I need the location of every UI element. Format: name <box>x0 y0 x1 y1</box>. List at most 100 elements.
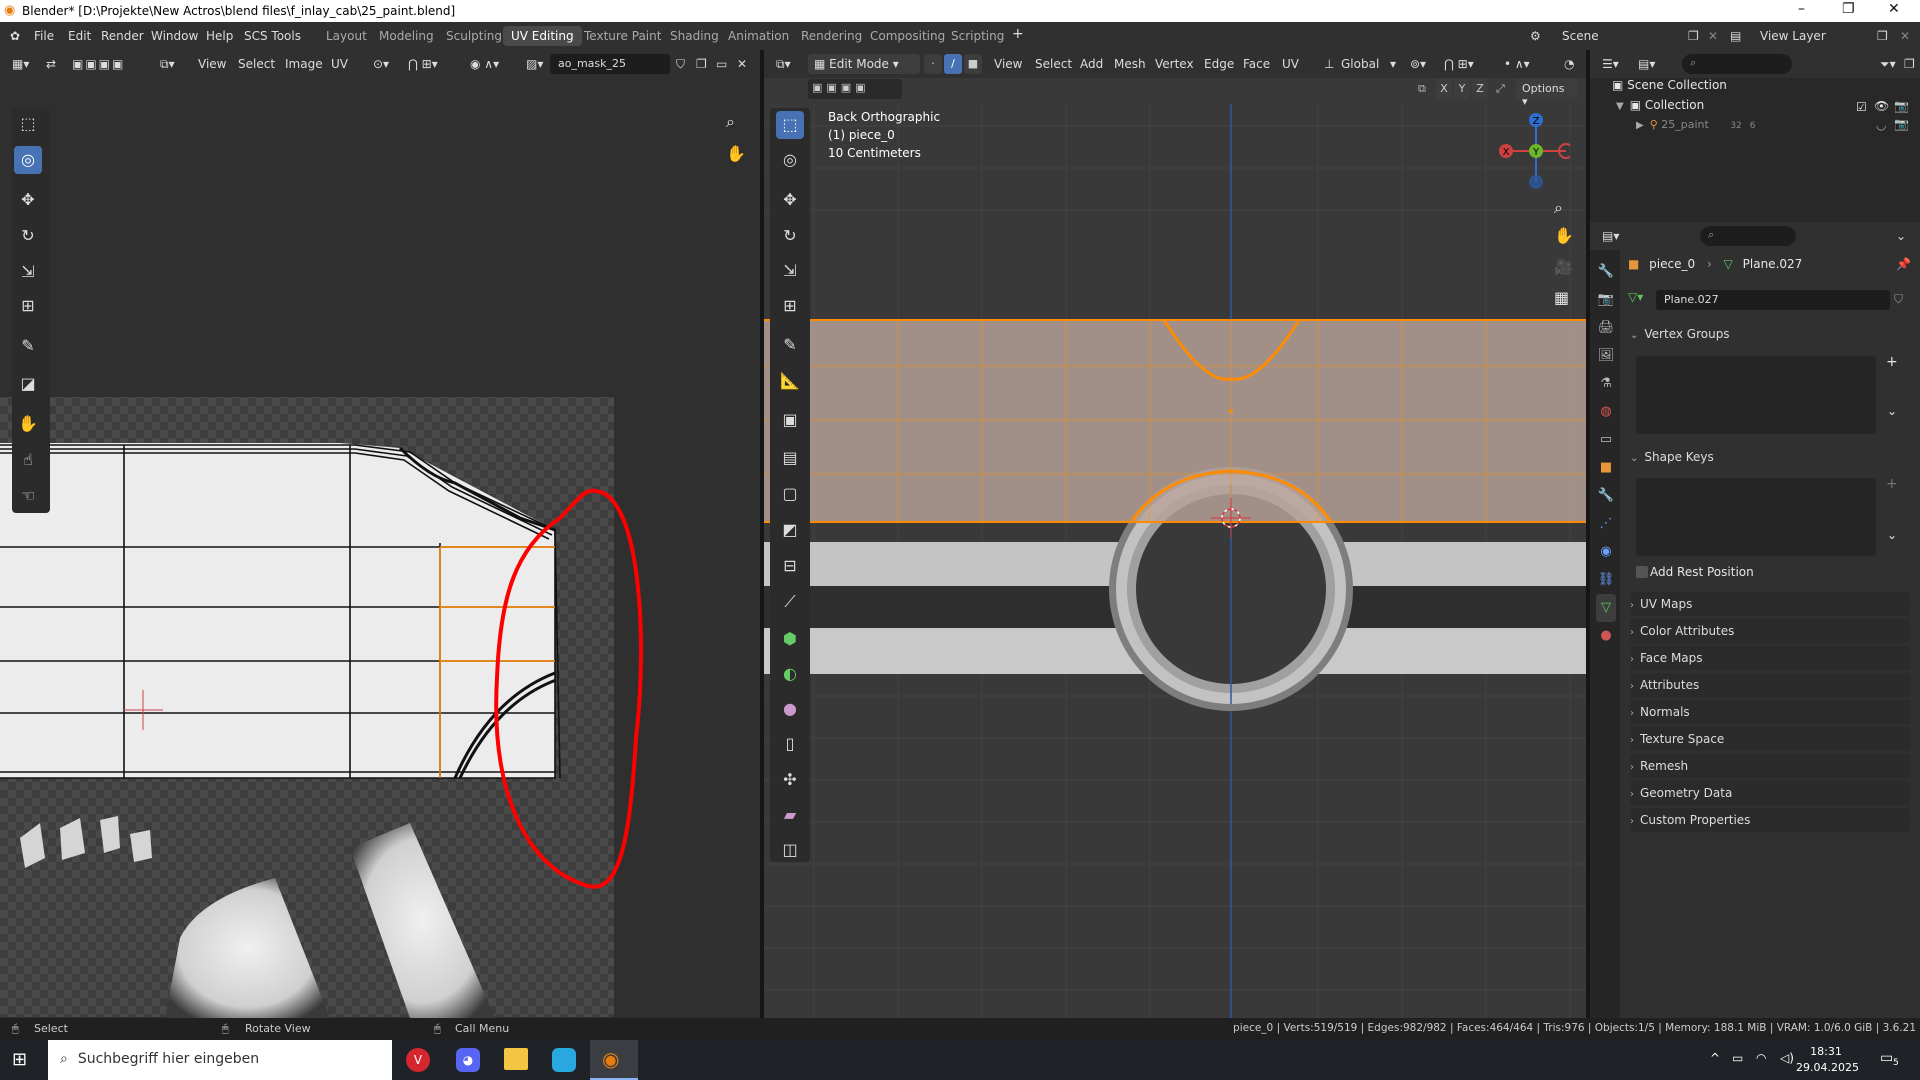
vp-select-box-icon[interactable]: ⬚ <box>776 111 804 139</box>
file-explorer-icon[interactable] <box>504 1048 528 1070</box>
extrude-icon[interactable]: ▤ <box>776 444 804 472</box>
vp-menu-select[interactable]: Select <box>1035 57 1072 71</box>
unlink-image-icon[interactable]: ✕ <box>737 57 747 71</box>
material-tab-icon[interactable]: ● <box>1596 622 1616 650</box>
add-vertex-group-icon[interactable]: + <box>1886 354 1898 370</box>
panel-remesh[interactable]: › Remesh <box>1630 754 1910 778</box>
copy-view-layer-icon[interactable]: ❐ <box>1877 29 1888 43</box>
viewport-visibility-icon[interactable]: ◔ <box>1564 57 1574 71</box>
inset-icon[interactable]: ▢ <box>776 480 804 508</box>
axis-x-toggle[interactable]: X <box>1436 79 1452 99</box>
proportional-icon[interactable]: • ∧▾ <box>1504 57 1530 71</box>
sticky-select-icon[interactable]: ⧉▾ <box>160 57 175 72</box>
viewport-editor-type-icon[interactable]: ⧉▾ <box>776 57 791 72</box>
outliner-scene-collection[interactable]: ▣ Scene Collection <box>1612 78 1727 92</box>
axis-y-toggle[interactable]: Y <box>1454 79 1470 99</box>
perspective-toggle-icon[interactable]: ▦ <box>1554 288 1569 307</box>
scene-tab-icon[interactable]: ⚗ <box>1596 370 1616 398</box>
vp-transform-icon[interactable]: ⊞ <box>776 292 804 320</box>
orientation-icon[interactable]: ⊥ <box>1324 57 1334 71</box>
smooth-icon[interactable]: ● <box>776 695 804 723</box>
vp-measure-icon[interactable]: 📐 <box>776 367 804 395</box>
render-tab-icon[interactable]: 📷 <box>1596 286 1616 314</box>
filter-icon[interactable]: ⏷▾ <box>1880 57 1896 72</box>
pinch-tool-icon[interactable]: ☜ <box>14 482 42 510</box>
select-mode-icons[interactable]: ▣▣▣▣ <box>72 57 125 71</box>
output-tab-icon[interactable]: 🖨 <box>1596 314 1616 342</box>
editor-type-icon[interactable]: ▦▾ <box>12 57 29 71</box>
view-layer-tab-icon[interactable]: 🖼 <box>1596 342 1616 370</box>
menu-help[interactable]: Help <box>206 29 233 43</box>
tab-scripting[interactable]: Scripting <box>943 26 1012 46</box>
vp-menu-uv[interactable]: UV <box>1282 57 1299 71</box>
uv-menu-image[interactable]: Image <box>285 57 323 71</box>
blender-taskbar-button[interactable]: ◉ <box>590 1040 638 1080</box>
menu-edit[interactable]: Edit <box>68 29 91 43</box>
spin-icon[interactable]: ◐ <box>776 660 804 688</box>
camera-view-icon[interactable]: 🎥 <box>1554 258 1573 276</box>
panel-vertex-groups[interactable]: ⌄ Vertex Groups <box>1630 322 1910 346</box>
add-cube-icon[interactable]: ▣ <box>776 406 804 434</box>
notification-icon[interactable]: ▭ <box>1880 1050 1893 1066</box>
vp-menu-view[interactable]: View <box>994 57 1022 71</box>
add-rest-position-checkbox[interactable] <box>1636 566 1648 578</box>
minimize-icon[interactable]: – <box>1798 1 1805 17</box>
discord-icon[interactable]: ◕ <box>456 1048 480 1072</box>
tab-sculpting[interactable]: Sculpting <box>438 26 510 46</box>
object-expand-icon[interactable]: ▶ <box>1636 120 1644 131</box>
tab-modeling[interactable]: Modeling <box>371 26 442 46</box>
panel-attributes[interactable]: › Attributes <box>1630 673 1910 697</box>
open-image-icon[interactable]: ▭ <box>716 57 727 71</box>
properties-options-icon[interactable]: ⌄ <box>1896 229 1906 243</box>
shear-icon[interactable]: ▰ <box>776 801 804 829</box>
grab-tool-icon[interactable]: ✋ <box>14 410 42 438</box>
physics-tab-icon[interactable]: ◉ <box>1596 538 1616 566</box>
tab-layout[interactable]: Layout <box>318 26 375 46</box>
modifier-tab-icon[interactable]: 🔧 <box>1596 482 1616 510</box>
shrink-fatten-icon[interactable]: ✣ <box>776 766 804 794</box>
fake-user-icon[interactable]: ⛉ <box>676 57 685 72</box>
constraints-tab-icon[interactable]: ⛓ <box>1596 566 1616 594</box>
vp-move-icon[interactable]: ✥ <box>776 186 804 214</box>
object-render-icon[interactable]: 📷 <box>1894 117 1909 131</box>
add-shape-key-icon[interactable]: + <box>1886 476 1898 492</box>
viewport-canvas[interactable] <box>764 104 1586 1018</box>
poly-build-icon[interactable]: ⬢ <box>776 625 804 653</box>
outliner-object-row[interactable]: ▶ ⚲ 25_paint 32 6 <box>1636 118 1756 131</box>
menu-render[interactable]: Render <box>101 29 144 43</box>
tray-battery-icon[interactable]: ▭ <box>1732 1051 1743 1065</box>
delete-view-layer-icon[interactable]: ✕ <box>1900 29 1910 43</box>
outliner-search-icon[interactable]: ⌕ <box>1682 54 1792 74</box>
menu-file[interactable]: File <box>34 29 54 43</box>
vp-menu-mesh[interactable]: Mesh <box>1114 57 1146 71</box>
tab-rendering[interactable]: Rendering <box>793 26 870 46</box>
edge-slide-icon[interactable]: ▯ <box>776 730 804 758</box>
tab-compositing[interactable]: Compositing <box>862 26 953 46</box>
menu-window[interactable]: Window <box>151 29 198 43</box>
windows-start-icon[interactable]: ⊞ <box>12 1049 27 1070</box>
relax-tool-icon[interactable]: ☝ <box>14 446 42 474</box>
uv-menu-select[interactable]: Select <box>238 57 275 71</box>
rip-tool-icon[interactable]: ◪ <box>14 370 42 398</box>
panel-texture-space[interactable]: › Texture Space <box>1630 727 1910 751</box>
taskbar-search-field[interactable]: ⌕ Suchbegriff hier eingeben <box>48 1040 392 1080</box>
knife-icon[interactable]: ⟋ <box>776 588 804 616</box>
face-select-icon[interactable]: ■ <box>964 54 982 74</box>
shape-key-menu-icon[interactable]: ⌄ <box>1887 528 1897 542</box>
image-name-field[interactable]: ao_mask_25 <box>550 54 670 74</box>
vp-menu-face[interactable]: Face <box>1243 57 1270 71</box>
data-tab-icon[interactable]: ▽ <box>1596 594 1616 622</box>
image-browse-icon[interactable]: ▨▾ <box>526 57 543 71</box>
panel-face-maps[interactable]: › Face Maps <box>1630 646 1910 670</box>
vp-scale-icon[interactable]: ⇲ <box>776 257 804 285</box>
vp-menu-add[interactable]: Add <box>1080 57 1103 71</box>
panel-geometry-data[interactable]: › Geometry Data <box>1630 781 1910 805</box>
collection-checkbox-icon[interactable]: ☑ <box>1856 100 1867 114</box>
tray-chevron-icon[interactable]: ^ <box>1710 1051 1720 1065</box>
add-workspace-icon[interactable]: + <box>1012 26 1024 42</box>
collection-visibility-icon[interactable]: 👁 <box>1874 99 1889 113</box>
restore-icon[interactable]: ❐ <box>1842 1 1855 17</box>
vp-menu-edge[interactable]: Edge <box>1204 57 1234 71</box>
view-layer-icon[interactable]: ▤ <box>1730 29 1741 43</box>
rip-region-icon[interactable]: ◫ <box>776 836 804 864</box>
